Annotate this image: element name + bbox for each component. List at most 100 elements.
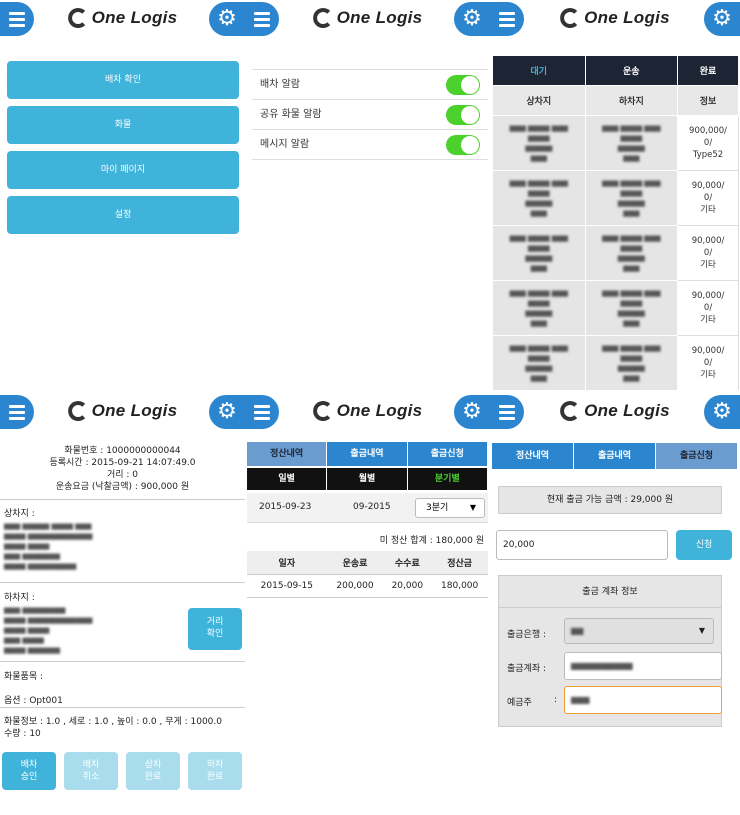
tab-withdraw-request[interactable]: 출금신청 bbox=[656, 443, 738, 469]
cargo-number: 화물번호 : 1000000000044 bbox=[64, 446, 181, 456]
tab-withdraw-history[interactable]: 출금내역 bbox=[574, 443, 656, 469]
dropoff-cell: ▆▆▆ ▆▆▆▆ ▆▆▆ ▆▆▆▆ ▆▆▆▆▆ ▆▆▆ bbox=[584, 280, 679, 336]
gear-icon[interactable]: ⚙ bbox=[704, 2, 740, 36]
info-cell: 900,000/0/Type52 bbox=[677, 115, 739, 171]
divider bbox=[0, 499, 245, 500]
hamburger-menu-icon[interactable] bbox=[0, 2, 34, 36]
distance-text: 거리 : 0 bbox=[106, 470, 139, 480]
gear-icon[interactable]: ⚙ bbox=[704, 395, 740, 429]
pickup-complete-button[interactable]: 상차 완료 bbox=[126, 752, 180, 790]
my-page-button[interactable]: 마이 페이지 bbox=[7, 151, 239, 189]
main-menu-screen: One Logis ⚙ 배차 확인 화물 마이 페이지 설정 bbox=[0, 0, 245, 390]
holder-label: 예금주 bbox=[507, 698, 532, 708]
table-row[interactable]: ▆▆▆ ▆▆▆▆ ▆▆▆ ▆▆▆▆ ▆▆▆▆▆ ▆▆▆ ▆▆▆ ▆▆▆▆ ▆▆▆ ▆▆▆… bbox=[492, 170, 739, 226]
account-number-input[interactable]: ▆▆▆▆▆▆▆▆▆▆ bbox=[564, 652, 722, 680]
table-row[interactable]: ▆▆▆ ▆▆▆▆ ▆▆▆ ▆▆▆▆ ▆▆▆▆▆ ▆▆▆ ▆▆▆ ▆▆▆▆ ▆▆▆ ▆▆▆… bbox=[492, 280, 739, 336]
logo-mark-icon bbox=[67, 401, 88, 421]
table-row[interactable]: ▆▆▆ ▆▆▆▆ ▆▆▆ ▆▆▆▆ ▆▆▆▆▆ ▆▆▆ ▆▆▆ ▆▆▆▆ ▆▆▆ ▆▆▆… bbox=[492, 115, 739, 171]
date-filter-bar: 2015-09-23 09-2015 3분기 ▼ bbox=[247, 493, 488, 523]
dispatch-list-screen: One Logis ⚙ 대기 운송 완료 상차지 하차지 정보 ▆▆▆ ▆▆▆▆… bbox=[490, 0, 740, 390]
dropoff-cell: ▆▆▆ ▆▆▆▆ ▆▆▆ ▆▆▆▆ ▆▆▆▆▆ ▆▆▆ bbox=[584, 225, 679, 281]
gear-icon[interactable]: ⚙ bbox=[209, 2, 245, 36]
toggle-switch[interactable] bbox=[446, 105, 480, 125]
settings-screen: One Logis ⚙ 배차 알람 공유 화물 알람 메시지 알람 bbox=[245, 0, 490, 390]
app-header: One Logis ⚙ bbox=[490, 0, 740, 40]
pickup-cell: ▆▆▆ ▆▆▆▆ ▆▆▆ ▆▆▆▆ ▆▆▆▆▆ ▆▆▆ bbox=[492, 225, 586, 281]
gear-icon[interactable]: ⚙ bbox=[209, 395, 245, 429]
gear-icon[interactable]: ⚙ bbox=[454, 395, 490, 429]
hamburger-menu-icon[interactable] bbox=[0, 395, 34, 429]
tab-waiting[interactable]: 대기 bbox=[492, 55, 586, 86]
dropdown-arrow-icon: ▼ bbox=[698, 626, 705, 635]
tab-monthly[interactable]: 월별 bbox=[327, 468, 408, 490]
cargo-summary: 화물번호 : 1000000000044 등록시간 : 2015-09-21 1… bbox=[0, 445, 245, 493]
app-logo: One Logis bbox=[560, 8, 670, 28]
tab-quarterly[interactable]: 분기별 bbox=[407, 468, 488, 490]
divider bbox=[0, 707, 245, 708]
tab-complete[interactable]: 완료 bbox=[677, 55, 739, 86]
tab-daily[interactable]: 일별 bbox=[247, 468, 328, 490]
column-header: 상차지 bbox=[492, 85, 586, 116]
setting-dispatch-alarm: 배차 알람 bbox=[252, 70, 488, 100]
hamburger-menu-icon[interactable] bbox=[245, 395, 279, 429]
account-label: 출금계좌 : bbox=[507, 664, 547, 674]
pickup-cell: ▆▆▆ ▆▆▆▆ ▆▆▆ ▆▆▆▆ ▆▆▆▆▆ ▆▆▆ bbox=[492, 170, 586, 226]
period-tabs: 일별 월별 분기별 bbox=[247, 468, 488, 490]
dropoff-complete-button[interactable]: 하차 완료 bbox=[188, 752, 242, 790]
app-header: One Logis ⚙ bbox=[490, 393, 740, 433]
tab-transport[interactable]: 운송 bbox=[584, 55, 679, 86]
toggle-switch[interactable] bbox=[446, 75, 480, 95]
app-logo: One Logis bbox=[67, 401, 178, 421]
logo-mark-icon bbox=[560, 8, 581, 28]
holder-colon: : bbox=[554, 695, 558, 705]
apply-button[interactable]: 신청 bbox=[676, 530, 732, 560]
withdraw-request-screen: One Logis ⚙ 정산내역 출금내역 출금신청 현재 출금 가능 금액 :… bbox=[490, 393, 740, 815]
settings-button[interactable]: 설정 bbox=[7, 196, 239, 234]
column-header: 운송료 bbox=[326, 551, 384, 575]
tab-settlement[interactable]: 정산내역 bbox=[247, 442, 328, 466]
column-header: 정보 bbox=[677, 85, 739, 116]
hamburger-menu-icon[interactable] bbox=[490, 2, 524, 36]
app-logo: One Logis bbox=[67, 8, 178, 28]
tab-withdraw-history[interactable]: 출금내역 bbox=[327, 442, 408, 466]
logo-mark-icon bbox=[312, 401, 333, 421]
app-logo: One Logis bbox=[312, 8, 423, 28]
available-amount: 현재 출금 가능 금액 : 29,000 원 bbox=[498, 486, 722, 514]
settlement-screen: One Logis ⚙ 정산내역 출금내역 출금신청 일별 월별 분기별 201… bbox=[245, 393, 490, 815]
pickup-section: 상차지 : ▆▆▆ ▆▆▆▆▆ ▆▆▆▆ ▆▆▆ ▆▆▆▆ ▆▆▆▆▆▆▆▆▆▆▆… bbox=[4, 509, 93, 570]
toggle-switch[interactable] bbox=[446, 135, 480, 155]
amount-input[interactable]: 20,000 bbox=[496, 530, 668, 560]
settlement-table: 일자 운송료 수수료 정산금 2015-09-15 200,000 20,000… bbox=[247, 551, 488, 598]
option-text: 옵션 : Opt001 bbox=[4, 696, 63, 706]
cargo-detail-screen: One Logis ⚙ 화물번호 : 1000000000044 등록시간 : … bbox=[0, 393, 245, 815]
bank-select[interactable]: ▆▆ ▼ bbox=[564, 618, 714, 644]
quarter-select[interactable]: 3분기 ▼ bbox=[415, 498, 485, 518]
settlement-tabs: 정산내역 출금내역 출금신청 bbox=[247, 442, 488, 466]
dropoff-cell: ▆▆▆ ▆▆▆▆ ▆▆▆ ▆▆▆▆ ▆▆▆▆▆ ▆▆▆ bbox=[584, 115, 679, 171]
registered-time: 등록시간 : 2015-09-21 14:07:49.0 bbox=[49, 458, 196, 468]
divider bbox=[0, 582, 245, 583]
pickup-cell: ▆▆▆ ▆▆▆▆ ▆▆▆ ▆▆▆▆ ▆▆▆▆▆ ▆▆▆ bbox=[492, 280, 586, 336]
dispatch-check-button[interactable]: 배차 확인 bbox=[7, 61, 239, 99]
hamburger-menu-icon[interactable] bbox=[490, 395, 524, 429]
hamburger-menu-icon[interactable] bbox=[245, 2, 279, 36]
cargo-button[interactable]: 화물 bbox=[7, 106, 239, 144]
transport-fee: 운송요금 (낙찰금액) : 900,000 원 bbox=[55, 482, 190, 492]
dispatch-table: 대기 운송 완료 상차지 하차지 정보 ▆▆▆ ▆▆▆▆ ▆▆▆ ▆▆▆▆ ▆▆▆▆… bbox=[492, 55, 739, 390]
divider bbox=[0, 661, 245, 662]
table-row[interactable]: ▆▆▆ ▆▆▆▆ ▆▆▆ ▆▆▆▆ ▆▆▆▆▆ ▆▆▆ ▆▆▆ ▆▆▆▆ ▆▆▆ ▆▆▆… bbox=[492, 225, 739, 281]
quantity-text: 수량 : 10 bbox=[4, 729, 41, 739]
approve-dispatch-button[interactable]: 배차 승인 bbox=[2, 752, 56, 790]
app-header: One Logis ⚙ bbox=[0, 0, 245, 40]
tab-settlement[interactable]: 정산내역 bbox=[492, 443, 574, 469]
check-distance-button[interactable]: 거리 확인 bbox=[188, 608, 242, 650]
date-value[interactable]: 2015-09-23 bbox=[259, 502, 311, 512]
info-cell: 90,000/0/기타 bbox=[677, 335, 739, 390]
gear-icon[interactable]: ⚙ bbox=[454, 2, 490, 36]
account-holder-input[interactable]: ▆▆▆ bbox=[564, 686, 722, 714]
table-row[interactable]: ▆▆▆ ▆▆▆▆ ▆▆▆ ▆▆▆▆ ▆▆▆▆▆ ▆▆▆ ▆▆▆ ▆▆▆▆ ▆▆▆ ▆▆▆… bbox=[492, 335, 739, 390]
column-header: 수수료 bbox=[383, 551, 432, 575]
tab-withdraw-request[interactable]: 출금신청 bbox=[407, 442, 488, 466]
month-value[interactable]: 09-2015 bbox=[353, 502, 391, 512]
cancel-dispatch-button[interactable]: 배차 취소 bbox=[64, 752, 118, 790]
